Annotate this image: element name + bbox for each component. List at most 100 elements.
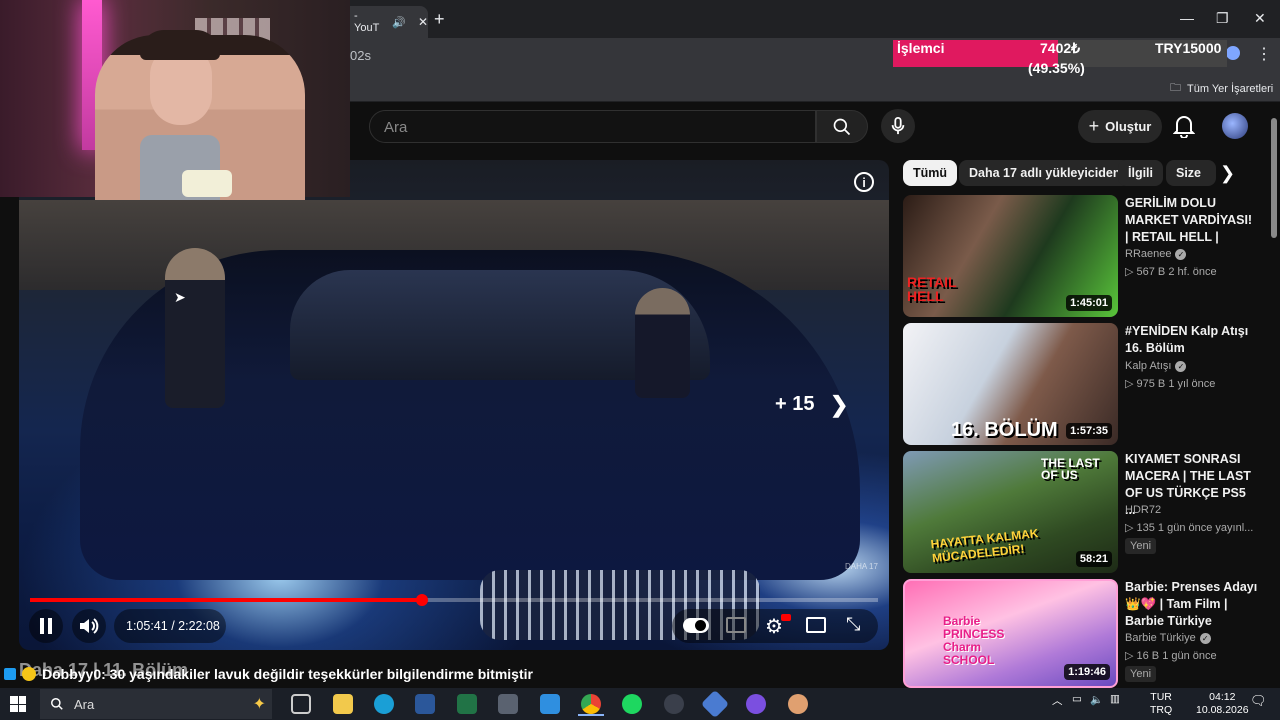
all-bookmarks-label: Tüm Yer İşaretleri bbox=[1187, 82, 1274, 95]
close-window-icon[interactable]: ✕ bbox=[1254, 10, 1266, 27]
battery-icon[interactable]: ▭ bbox=[1072, 693, 1082, 705]
channel-name[interactable]: HDR72 bbox=[1125, 504, 1161, 516]
chip-label: İlgili bbox=[1128, 166, 1153, 180]
webcam-streamer-hair bbox=[140, 30, 220, 60]
thumbnail-text: HAYATTA KALMAK MÜCADELEDİR! bbox=[929, 526, 1040, 566]
taskbar-search[interactable]: Ara ✦ bbox=[40, 689, 272, 719]
chevron-right-icon[interactable]: ❯ bbox=[830, 392, 848, 418]
verified-check-icon: ✓ bbox=[1175, 360, 1187, 372]
recommendation-card[interactable]: RETAIL HELL 1:45:01 GERİLİM DOLU MARKET … bbox=[903, 195, 1263, 317]
clock-time: 04:12 bbox=[1209, 691, 1236, 703]
autoplay-toggle[interactable] bbox=[683, 618, 709, 633]
chip-for-you[interactable]: Size bbox=[1166, 160, 1216, 186]
skip-forward-label[interactable]: + 15 bbox=[775, 393, 814, 416]
chrome-icon[interactable] bbox=[581, 694, 601, 714]
verified-check-icon: ✓ bbox=[1175, 248, 1187, 260]
speaker-icon[interactable]: 🔊 bbox=[392, 16, 406, 29]
video-meta: ▷ 16 B 1 gün önce bbox=[1125, 650, 1217, 662]
chip-uploader[interactable]: Daha 17 adlı yükleyiciden bbox=[959, 160, 1131, 186]
voice-search-button[interactable] bbox=[881, 109, 915, 143]
fullscreen-exit-icon[interactable]: ⤡ bbox=[846, 614, 860, 635]
progress-scrubber[interactable] bbox=[416, 594, 429, 606]
calculator-icon[interactable] bbox=[498, 694, 518, 714]
volume-button[interactable] bbox=[72, 609, 106, 643]
video-thumbnail[interactable]: Barbie PRINCESS Charm SCHOOL 1:19:46 bbox=[903, 579, 1118, 688]
bell-icon bbox=[1172, 116, 1196, 139]
steam-icon[interactable] bbox=[664, 694, 684, 714]
maximize-icon[interactable]: ❐ bbox=[1216, 10, 1229, 27]
chip-label: Daha 17 adlı yükleyiciden bbox=[969, 166, 1121, 180]
scrollbar-thumb[interactable] bbox=[1271, 118, 1277, 238]
close-tab-icon[interactable]: ✕ bbox=[418, 15, 428, 29]
recommendation-card[interactable]: THE LAST OF US HAYATTA KALMAK MÜCADELEDİ… bbox=[903, 451, 1263, 573]
spotify-icon[interactable] bbox=[622, 694, 642, 714]
clock-date: 10.08.2026 bbox=[1196, 704, 1249, 716]
subtitles-icon[interactable] bbox=[726, 617, 746, 633]
volume-icon[interactable]: 🔈 bbox=[1090, 693, 1103, 706]
progress-bar-played bbox=[30, 598, 423, 602]
notifications-button[interactable] bbox=[1172, 114, 1196, 143]
video-title[interactable]: GERİLİM DOLU MARKET VARDİYASI! | RETAIL … bbox=[1125, 195, 1259, 246]
channel-label: RRaenee bbox=[1125, 248, 1172, 260]
copilot-sparkle-icon[interactable]: ✦ bbox=[253, 694, 266, 714]
chevron-right-icon[interactable]: ❯ bbox=[1220, 163, 1235, 184]
system-clock[interactable]: 04:12 10.08.2026 bbox=[1196, 691, 1249, 717]
total-duration: 2:22:08 bbox=[178, 619, 220, 633]
chip-all[interactable]: Tümü bbox=[903, 160, 958, 186]
channel-name[interactable]: Barbie Türkiye ✓ bbox=[1125, 632, 1211, 644]
channel-name[interactable]: Kalp Atışı ✓ bbox=[1125, 360, 1187, 372]
chat-username: Dobbyy0 bbox=[42, 666, 102, 682]
task-view-icon[interactable] bbox=[291, 694, 311, 714]
plus-icon[interactable]: + bbox=[434, 9, 445, 30]
video-thumbnail[interactable]: 16. BÖLÜM 1:57:35 bbox=[903, 323, 1118, 445]
excel-icon[interactable] bbox=[457, 694, 477, 714]
video-title[interactable]: Barbie: Prenses Adayı 👑💖 | Tam Film | Ba… bbox=[1125, 579, 1259, 630]
chip-related[interactable]: İlgili bbox=[1118, 160, 1163, 186]
channel-name[interactable]: RRaenee ✓ bbox=[1125, 248, 1187, 260]
notifications-icon[interactable]: 🗨 bbox=[1250, 693, 1267, 709]
menu-dots-icon[interactable]: ⋮ bbox=[1256, 44, 1272, 64]
app-icon[interactable] bbox=[788, 694, 808, 714]
recommendation-card[interactable]: 16. BÖLÜM 1:57:35 #YENİDEN Kalp Atışı 16… bbox=[903, 323, 1263, 445]
twitch-icon bbox=[4, 668, 16, 680]
store-icon[interactable] bbox=[540, 694, 560, 714]
chip-label: Tümü bbox=[913, 166, 948, 180]
video-thumbnail[interactable]: THE LAST OF US HAYATTA KALMAK MÜCADELEDİ… bbox=[903, 451, 1118, 573]
pause-icon bbox=[40, 618, 52, 634]
plus-icon: + bbox=[1088, 116, 1100, 136]
all-bookmarks[interactable]: 🗀 Tüm Yer İşaretleri bbox=[1170, 79, 1273, 98]
video-frame-person bbox=[165, 248, 225, 408]
url-text[interactable]: 02s bbox=[350, 48, 371, 63]
browser-tab[interactable]: - YouT 🔊 ✕ bbox=[342, 6, 428, 38]
video-thumbnail[interactable]: RETAIL HELL 1:45:01 bbox=[903, 195, 1118, 317]
video-title[interactable]: #YENİDEN Kalp Atışı 16. Bölüm bbox=[1125, 323, 1259, 357]
file-explorer-icon[interactable] bbox=[333, 694, 353, 714]
microphone-icon bbox=[891, 117, 905, 135]
theater-mode-icon[interactable] bbox=[806, 617, 826, 633]
windows-start-icon[interactable] bbox=[10, 696, 26, 712]
search-button[interactable] bbox=[816, 110, 868, 143]
video-duration: 1:19:46 bbox=[1064, 664, 1110, 680]
edge-icon[interactable] bbox=[374, 694, 394, 714]
avatar[interactable] bbox=[1222, 113, 1248, 139]
thumbnail-text: Barbie PRINCESS Charm SCHOOL bbox=[943, 614, 1005, 667]
verified-check-icon: ✓ bbox=[1199, 632, 1211, 644]
create-button[interactable]: + Oluştur bbox=[1078, 110, 1162, 143]
obs-icon[interactable] bbox=[746, 694, 766, 714]
volume-icon bbox=[80, 618, 99, 634]
word-icon[interactable] bbox=[415, 694, 435, 714]
search-input[interactable]: Ara bbox=[369, 110, 816, 143]
time-display: 1:05:41 / 2:22:08 bbox=[126, 619, 220, 633]
chat-message: : 30 yaşındakiler lavuk değildir teşekkü… bbox=[101, 666, 533, 682]
network-icon[interactable]: ▥ bbox=[1110, 693, 1120, 705]
tab-title: - YouT bbox=[354, 10, 380, 34]
current-time: 1:05:41 bbox=[126, 619, 168, 633]
donation-percent: (49.35%) bbox=[1028, 60, 1085, 76]
chevron-up-icon[interactable]: ︿ bbox=[1052, 693, 1063, 708]
input-language[interactable]: TUR TRQ bbox=[1150, 691, 1172, 717]
recommendation-card[interactable]: Barbie PRINCESS Charm SCHOOL 1:19:46 Bar… bbox=[903, 579, 1263, 688]
minimize-icon[interactable]: — bbox=[1180, 10, 1194, 26]
profile-icon[interactable] bbox=[1226, 46, 1240, 60]
info-icon[interactable]: i bbox=[854, 172, 874, 192]
play-pause-button[interactable] bbox=[29, 609, 63, 643]
